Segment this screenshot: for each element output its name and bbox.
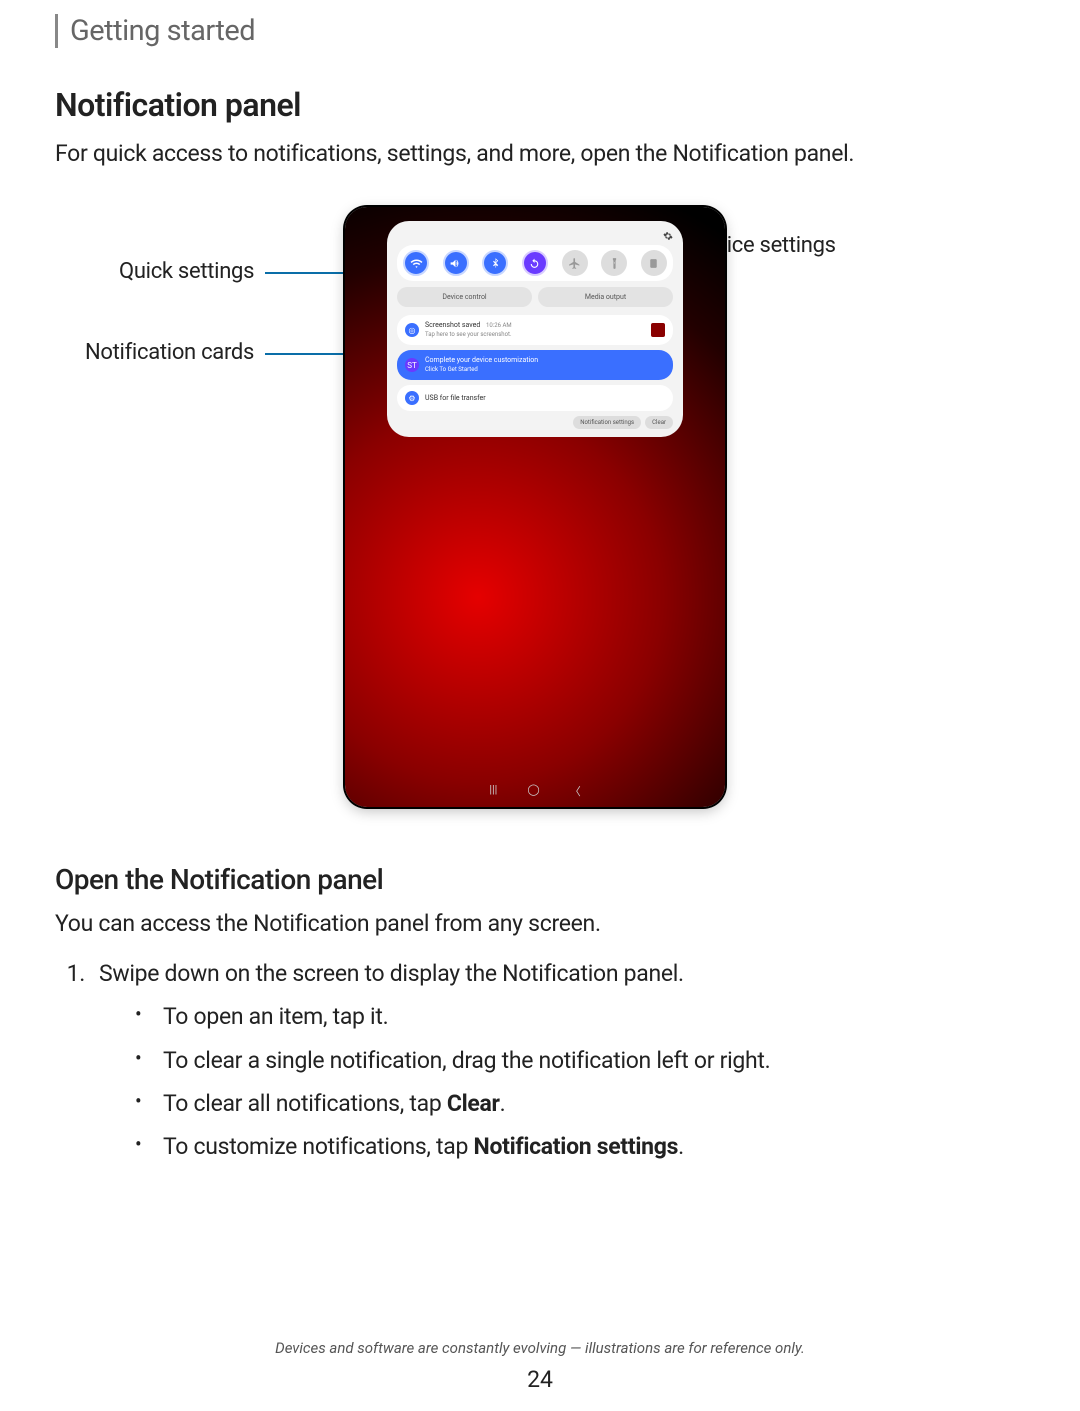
bullet-icon: •: [135, 1044, 149, 1072]
sub-list: • To open an item, tap it. • To clear a …: [135, 1000, 1025, 1163]
notification-panel: Device control Media output ◎ Screenshot…: [387, 221, 683, 437]
list-item: • To clear all notifications, tap Clear.: [135, 1087, 1025, 1120]
home-icon[interactable]: ◯: [527, 783, 539, 799]
notification-card[interactable]: ST Complete your device customization Cl…: [397, 350, 673, 380]
airplane-icon[interactable]: [562, 250, 588, 276]
notification-app-icon: ⚙: [405, 391, 419, 405]
notification-app-icon: ST: [405, 358, 419, 372]
bullet-text: To clear a single notification, drag the…: [163, 1044, 770, 1077]
list-item: 1. Swipe down on the screen to display t…: [55, 957, 1025, 990]
notification-time: 10:26 AM: [486, 322, 512, 329]
back-icon[interactable]: 〈: [570, 783, 581, 799]
notification-title: USB for file transfer: [425, 394, 486, 402]
bluetooth-icon[interactable]: [482, 250, 508, 276]
list-item: • To open an item, tap it.: [135, 1000, 1025, 1033]
step-text: Swipe down on the screen to display the …: [99, 957, 684, 990]
page-number: 24: [0, 1366, 1080, 1393]
disclaimer: Devices and software are constantly evol…: [0, 1339, 1080, 1357]
notification-card[interactable]: ⚙ USB for file transfer: [397, 385, 673, 411]
notification-settings-button[interactable]: Notification settings: [573, 416, 641, 429]
callout-quick-settings: Quick settings: [119, 259, 254, 284]
notification-sub: Tap here to see your screenshot.: [425, 331, 512, 338]
bullet-icon: •: [135, 1130, 149, 1158]
section-lead: You can access the Notification panel fr…: [55, 908, 1025, 939]
flashlight-icon[interactable]: [601, 250, 627, 276]
notification-app-icon: ◎: [405, 323, 419, 337]
doc-header: Getting started: [55, 14, 1025, 48]
bullet-icon: •: [135, 1087, 149, 1115]
media-output-pill[interactable]: Media output: [538, 287, 673, 307]
step-number: 1.: [55, 957, 85, 990]
bullet-text: To open an item, tap it.: [163, 1000, 388, 1033]
extra-icon[interactable]: [641, 250, 667, 276]
device-mockup: Device control Media output ◎ Screenshot…: [345, 207, 725, 807]
nav-bar: ||| ◯ 〈: [345, 783, 725, 799]
notification-sub: Click To Get Started: [425, 366, 478, 373]
wifi-icon[interactable]: [403, 250, 429, 276]
recents-icon[interactable]: |||: [489, 783, 497, 799]
sound-icon[interactable]: [443, 250, 469, 276]
figure: Quick settings Notification cards Device…: [55, 199, 1025, 839]
gear-icon[interactable]: [663, 231, 673, 241]
panel-footer: Notification settings Clear: [397, 416, 673, 429]
notification-card[interactable]: ◎ Screenshot saved 10:26 AM Tap here to …: [397, 315, 673, 345]
clear-button[interactable]: Clear: [645, 416, 673, 429]
notification-thumbnail: [651, 323, 665, 337]
page-title: Notification panel: [55, 86, 1025, 124]
bullet-text: To clear all notifications, tap Clear.: [163, 1087, 505, 1120]
notification-title: Screenshot saved: [425, 321, 480, 329]
intro-text: For quick access to notifications, setti…: [55, 138, 1025, 169]
callout-notification-cards: Notification cards: [85, 340, 254, 365]
pill-row: Device control Media output: [397, 287, 673, 307]
quick-settings-row: [397, 245, 673, 281]
list-item: • To clear a single notification, drag t…: [135, 1044, 1025, 1077]
bullet-icon: •: [135, 1000, 149, 1028]
list-item: • To customize notifications, tap Notifi…: [135, 1130, 1025, 1163]
steps-list: 1. Swipe down on the screen to display t…: [55, 957, 1025, 990]
header-text: Getting started: [70, 14, 1025, 48]
section-heading: Open the Notification panel: [55, 863, 1025, 896]
bullet-text: To customize notifications, tap Notifica…: [163, 1130, 684, 1163]
rotate-icon[interactable]: [522, 250, 548, 276]
notification-title: Complete your device customization: [425, 356, 538, 364]
device-control-pill[interactable]: Device control: [397, 287, 532, 307]
